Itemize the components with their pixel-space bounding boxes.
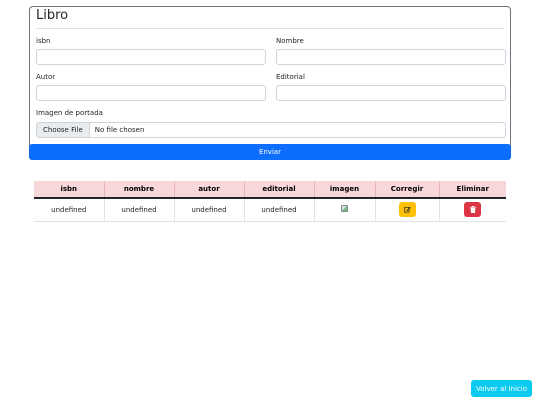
header-isbn: isbn [34,181,104,199]
autor-input[interactable] [36,85,266,101]
isbn-input[interactable] [36,49,266,65]
header-imagen: imagen [313,181,375,199]
editorial-label: Editorial [276,73,305,81]
isbn-label: isbn [36,37,51,45]
form-title: Libro [36,8,69,23]
header-eliminar: Eliminar [438,181,506,199]
books-table: isbn nombre autor editorial imagen Corre… [34,181,506,222]
header-corregir: Corregir [374,181,439,199]
choose-file-button[interactable]: Choose File [37,123,90,137]
cell-eliminar [438,198,506,222]
nombre-input[interactable] [276,49,506,65]
submit-button[interactable]: Enviar [29,144,511,160]
title-divider [36,28,504,29]
edit-button[interactable] [398,202,416,218]
delete-button[interactable] [464,202,482,218]
cell-imagen [313,198,375,222]
back-to-home-button[interactable]: Volver al Inicio [471,380,532,397]
editorial-input[interactable] [276,85,506,101]
cell-editorial: undefined [243,198,314,222]
broken-image-icon [341,205,348,213]
autor-label: Autor [36,73,56,81]
file-status: No file chosen [94,126,145,134]
cell-isbn: undefined [34,198,104,222]
edit-icon [403,207,411,213]
header-nombre: nombre [103,181,174,199]
header-editorial: editorial [243,181,314,199]
trash-icon [469,206,476,214]
cell-autor: undefined [173,198,244,222]
cell-nombre: undefined [103,198,174,222]
header-autor: autor [173,181,244,199]
cell-corregir [374,198,439,222]
book-form-card: Libro isbn Nombre Autor Editorial Imagen… [29,6,511,160]
cover-label: Imagen de portada [36,109,103,117]
table-row: undefined undefined undefined undefined [34,198,506,222]
cover-file-input[interactable]: Choose File No file chosen [36,122,506,138]
table-header-row: isbn nombre autor editorial imagen Corre… [34,181,506,199]
nombre-label: Nombre [276,37,304,45]
